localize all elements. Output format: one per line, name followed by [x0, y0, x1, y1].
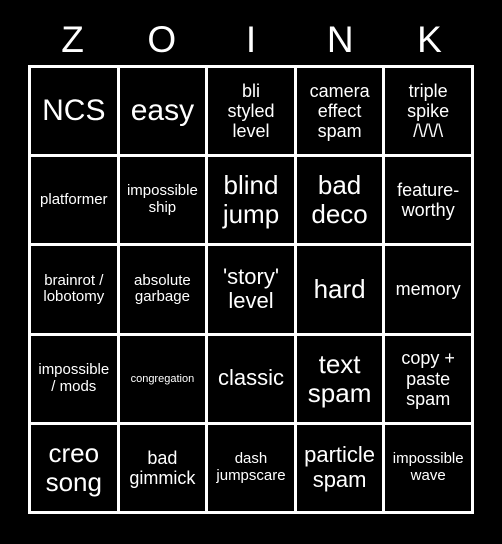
bingo-cell-label: impossible / mods — [38, 360, 110, 395]
bingo-cell-label: camera effect spam — [309, 80, 370, 142]
bingo-cell-label: feature- worthy — [397, 180, 460, 221]
bingo-cell-r3c1[interactable]: brainrot / lobotomy — [31, 246, 117, 333]
bingo-cell-r3c5[interactable]: memory — [385, 246, 471, 333]
bingo-cell-r1c3[interactable]: bli styled level — [208, 68, 294, 155]
bingo-cell-r4c3[interactable]: classic — [208, 335, 294, 422]
bingo-cell-label: impossible ship — [126, 182, 198, 217]
bingo-cell-r5c5[interactable]: impossible wave — [385, 424, 471, 511]
bingo-cell-r2c3[interactable]: blind jump — [208, 157, 294, 244]
bingo-cell-label: memory — [395, 279, 461, 300]
bingo-cell-r5c3[interactable]: dash jumpscare — [208, 424, 294, 511]
bingo-cell-r2c4[interactable]: bad deco — [296, 157, 383, 244]
bingo-cell-label: particle spam — [304, 442, 376, 492]
bingo-cell-r3c3[interactable]: 'story' level — [208, 246, 294, 333]
bingo-cell-r5c4[interactable]: particle spam — [296, 424, 383, 511]
bingo-cell-label: text spam — [307, 348, 372, 408]
header-letter-4: K — [417, 18, 442, 60]
bingo-cell-r1c2[interactable]: easy — [119, 68, 206, 155]
bingo-cell-label: absolute garbage — [134, 271, 191, 306]
bingo-cell-label: bad gimmick — [129, 447, 196, 488]
bingo-card: Z O I N K NCS easy bli styled level camera … — [0, 0, 502, 544]
bingo-cell-r5c1[interactable]: creo song — [31, 424, 117, 511]
bingo-cell-label: bli styled level — [227, 80, 275, 142]
bingo-cell-label: classic — [217, 365, 284, 391]
bingo-cell-label: platformer — [40, 190, 108, 208]
bingo-cell-label: creo song — [45, 437, 102, 497]
bingo-cell-label: bad deco — [311, 170, 368, 230]
bingo-cell-label: 'story' level — [222, 263, 280, 314]
bingo-cell-r1c5[interactable]: triple spike /\/\/\ — [385, 68, 471, 155]
header-letter-0: Z — [61, 18, 84, 60]
bingo-cell-label: easy — [130, 94, 195, 128]
header-letter-3: N — [326, 18, 354, 60]
bingo-cell-r2c1[interactable]: platformer — [31, 157, 117, 244]
bingo-cell-label: hard — [313, 273, 366, 304]
bingo-cell-r4c1[interactable]: impossible / mods — [31, 335, 117, 422]
bingo-cell-r1c4[interactable]: camera effect spam — [296, 68, 383, 155]
bingo-cell-label: blind jump — [222, 170, 280, 230]
bingo-cell-r3c4[interactable]: hard — [296, 246, 383, 333]
bingo-cell-label: impossible wave — [392, 450, 464, 484]
bingo-cell-r4c5[interactable]: copy + paste spam — [385, 335, 471, 422]
bingo-cell-r5c2[interactable]: bad gimmick — [119, 424, 206, 511]
bingo-cell-label: dash jumpscare — [216, 450, 286, 484]
bingo-cell-r4c2[interactable]: congregation — [119, 335, 206, 422]
bingo-cell-label: triple spike /\/\/\ — [407, 80, 450, 142]
bingo-grid: NCS easy bli styled level camera effect spa… — [28, 65, 474, 514]
bingo-cell-label: brainrot / lobotomy — [43, 271, 105, 306]
bingo-cell-label: NCS — [42, 94, 106, 128]
bingo-cell-label: copy + paste spam — [401, 348, 455, 409]
bingo-cell-r3c2[interactable]: absolute garbage — [119, 246, 206, 333]
header-letter-1: O — [147, 18, 177, 60]
bingo-cell-r2c5[interactable]: feature- worthy — [385, 157, 471, 244]
bingo-cell-r2c2[interactable]: impossible ship — [119, 157, 206, 244]
bingo-cell-r4c4[interactable]: text spam — [296, 335, 383, 422]
header-letter-2: I — [245, 18, 257, 60]
bingo-cell-label: congregation — [130, 372, 195, 385]
bingo-header: Z O I N K — [28, 14, 474, 64]
bingo-cell-r1c1[interactable]: NCS — [31, 68, 117, 155]
